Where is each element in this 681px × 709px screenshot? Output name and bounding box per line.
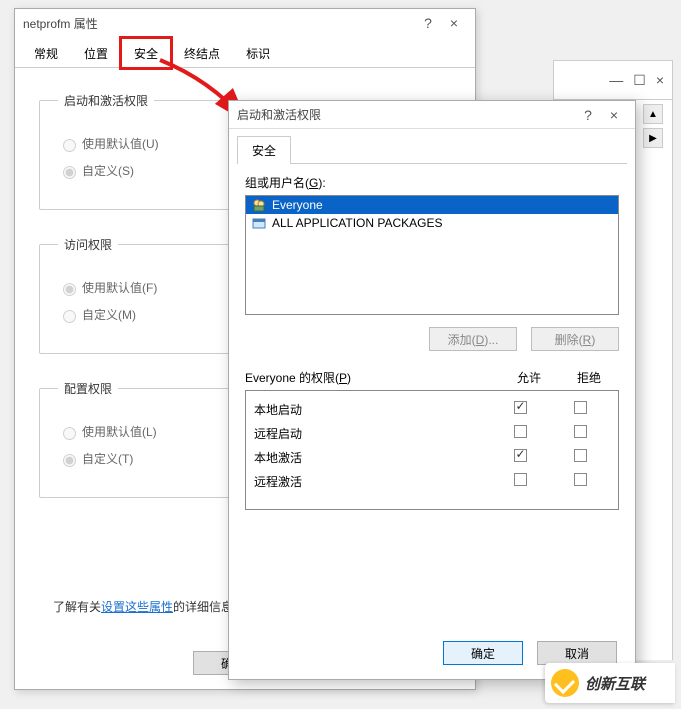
bgwin-close-icon[interactable]: × — [656, 72, 664, 88]
dlg1-footer-text: 了解有关设置这些属性的详细信息。 — [53, 598, 245, 615]
dlg2-help-icon[interactable]: ? — [575, 107, 601, 123]
perm-row: 远程启动 — [254, 421, 610, 445]
watermark-logo: 创新互联 — [545, 663, 675, 703]
group-icon — [252, 198, 266, 212]
deny-checkbox[interactable] — [574, 449, 587, 462]
dlg2-titlebar: 启动和激活权限 ? × — [229, 101, 635, 129]
dlg2-title: 启动和激活权限 — [237, 106, 575, 123]
watermark-text: 创新互联 — [585, 673, 645, 694]
tab-endpoints[interactable]: 终结点 — [171, 38, 233, 68]
allow-checkbox[interactable] — [514, 425, 527, 438]
remove-button[interactable]: 删除(R) — [531, 327, 619, 351]
list-item-label: ALL APPLICATION PACKAGES — [272, 216, 443, 230]
perm-name: 远程启动 — [254, 425, 490, 442]
dlg2-cancel-button[interactable]: 取消 — [537, 641, 617, 665]
tab-location[interactable]: 位置 — [71, 38, 121, 68]
user-buttons: 添加(D)... 删除(R) — [245, 327, 619, 351]
perm-name: 本地激活 — [254, 449, 490, 466]
dlg2-body: 组或用户名(G): Everyone ALL APPLICATION PACKA… — [229, 164, 635, 520]
allow-checkbox[interactable] — [514, 449, 527, 462]
dlg2-tabs: 安全 — [229, 129, 635, 163]
dlg2-close-icon[interactable]: × — [601, 107, 627, 123]
dlg2-tab-security[interactable]: 安全 — [237, 136, 291, 164]
watermark-icon — [551, 669, 579, 697]
list-item-everyone[interactable]: Everyone — [246, 196, 618, 214]
allow-checkbox[interactable] — [514, 401, 527, 414]
tab-security[interactable]: 安全 — [121, 38, 171, 68]
tab-identity[interactable]: 标识 — [233, 38, 283, 68]
dlg1-title: netprofm 属性 — [23, 15, 415, 32]
perm-row: 本地启动 — [254, 397, 610, 421]
deny-checkbox[interactable] — [574, 473, 587, 486]
background-window-controls: — ☐ × — [553, 60, 673, 100]
tab-general[interactable]: 常规 — [21, 38, 71, 68]
deny-checkbox[interactable] — [574, 401, 587, 414]
perm-name: 远程激活 — [254, 473, 490, 490]
dlg1-tabs: 常规 位置 安全 终结点 标识 — [15, 37, 475, 68]
scroll-play-icon[interactable]: ▶ — [643, 128, 663, 148]
perm-row: 本地激活 — [254, 445, 610, 469]
col-allow: 允许 — [499, 369, 559, 386]
scroll-up-icon[interactable]: ▲ — [643, 104, 663, 124]
bgwin-min-icon[interactable]: — — [609, 72, 623, 88]
bgwin-max-icon[interactable]: ☐ — [633, 72, 646, 89]
config-legend: 配置权限 — [58, 380, 118, 397]
background-window-scroll: ▲ ▶ — [633, 100, 673, 660]
perm-name: 本地启动 — [254, 401, 490, 418]
users-listbox[interactable]: Everyone ALL APPLICATION PACKAGES — [245, 195, 619, 315]
package-icon — [252, 216, 266, 230]
allow-checkbox[interactable] — [514, 473, 527, 486]
dlg2-ok-button[interactable]: 确定 — [443, 641, 523, 665]
deny-checkbox[interactable] — [574, 425, 587, 438]
permissions-table: 本地启动 远程启动 本地激活 远程激活 — [245, 390, 619, 510]
col-deny: 拒绝 — [559, 369, 619, 386]
dlg1-footer-link[interactable]: 设置这些属性 — [101, 600, 173, 614]
launch-legend: 启动和激活权限 — [58, 92, 154, 109]
dlg1-close-icon[interactable]: × — [441, 15, 467, 31]
perm-row: 远程激活 — [254, 469, 610, 493]
add-button[interactable]: 添加(D)... — [429, 327, 517, 351]
permissions-dialog: 启动和激活权限 ? × 安全 组或用户名(G): Everyone ALL AP… — [228, 100, 636, 680]
dlg2-button-row: 确定 取消 — [443, 641, 617, 665]
permissions-label: Everyone 的权限(P) — [245, 369, 499, 386]
dlg1-help-icon[interactable]: ? — [415, 15, 441, 31]
list-item-allpkg[interactable]: ALL APPLICATION PACKAGES — [246, 214, 618, 232]
permissions-header: Everyone 的权限(P) 允许 拒绝 — [245, 369, 619, 386]
access-legend: 访问权限 — [58, 236, 118, 253]
list-item-label: Everyone — [272, 198, 323, 212]
users-label: 组或用户名(G): — [245, 174, 619, 191]
dlg1-titlebar: netprofm 属性 ? × — [15, 9, 475, 37]
